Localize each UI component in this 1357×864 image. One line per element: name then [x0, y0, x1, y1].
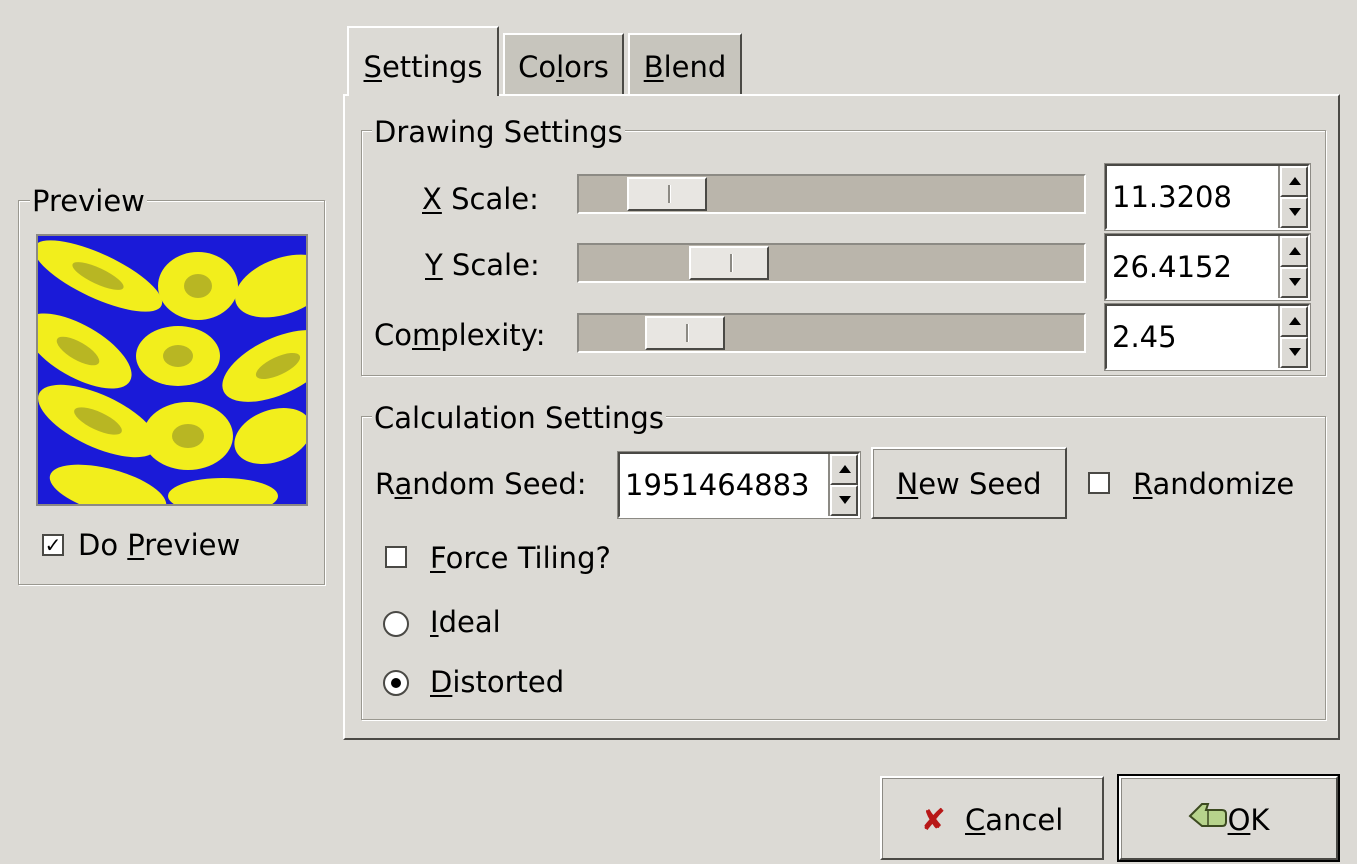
- y-scale-label: Y Scale:: [425, 248, 540, 282]
- distorted-label[interactable]: Distorted: [430, 665, 564, 699]
- do-preview-checkbox[interactable]: ✓: [42, 534, 64, 556]
- complexity-slider-thumb[interactable]: [645, 316, 725, 350]
- y-scale-value[interactable]: 26.4152: [1112, 250, 1232, 284]
- ideal-radio[interactable]: [383, 611, 409, 637]
- randomize-checkbox[interactable]: [1088, 472, 1110, 494]
- y-scale-decrement[interactable]: [1280, 267, 1308, 298]
- force-tiling-checkbox[interactable]: [385, 546, 407, 568]
- x-scale-slider-thumb[interactable]: [627, 177, 707, 211]
- active-tab-join: [349, 93, 497, 97]
- random-seed-decrement[interactable]: [830, 485, 858, 516]
- x-scale-decrement[interactable]: [1280, 197, 1308, 228]
- ok-icon: [1188, 780, 1228, 864]
- complexity-value[interactable]: 2.45: [1112, 320, 1177, 354]
- cancel-icon: ✘: [920, 803, 946, 838]
- y-scale-slider[interactable]: [577, 243, 1086, 283]
- x-scale-increment[interactable]: [1280, 166, 1308, 197]
- complexity-spin[interactable]: 2.45: [1104, 303, 1311, 371]
- do-preview-label[interactable]: Do Preview: [78, 528, 240, 562]
- complexity-decrement[interactable]: [1280, 337, 1308, 368]
- calculation-settings-title: Calculation Settings: [372, 401, 666, 435]
- y-scale-increment[interactable]: [1280, 236, 1308, 267]
- tab-colors[interactable]: Colors: [503, 33, 624, 95]
- ideal-label[interactable]: Ideal: [430, 605, 501, 639]
- drawing-settings-title: Drawing Settings: [372, 115, 625, 149]
- random-seed-spin[interactable]: 1951464883: [617, 451, 861, 519]
- preview-image: [36, 234, 308, 506]
- x-scale-slider[interactable]: [577, 174, 1086, 214]
- tab-settings[interactable]: Settings: [347, 26, 499, 96]
- x-scale-spin[interactable]: 11.3208: [1104, 163, 1311, 231]
- distorted-radio-dot: [391, 678, 401, 688]
- complexity-slider[interactable]: [577, 313, 1086, 353]
- x-scale-label: X Scale:: [422, 182, 539, 216]
- random-seed-increment[interactable]: [830, 454, 858, 485]
- ok-button[interactable]: OK: [1117, 774, 1340, 862]
- complexity-label: Complexity:: [374, 318, 546, 352]
- y-scale-slider-thumb[interactable]: [689, 246, 769, 280]
- distorted-radio[interactable]: [383, 670, 409, 696]
- y-scale-spin[interactable]: 26.4152: [1104, 233, 1311, 301]
- force-tiling-label[interactable]: Force Tiling?: [430, 541, 611, 575]
- x-scale-value[interactable]: 11.3208: [1112, 180, 1232, 214]
- random-seed-label: Random Seed:: [375, 467, 587, 501]
- randomize-label[interactable]: Randomize: [1133, 467, 1294, 501]
- cancel-button[interactable]: ✘ Cancel: [880, 776, 1104, 860]
- complexity-increment[interactable]: [1280, 306, 1308, 337]
- new-seed-button[interactable]: New Seed: [871, 447, 1067, 519]
- tab-blend[interactable]: Blend: [628, 33, 742, 95]
- random-seed-value[interactable]: 1951464883: [625, 468, 810, 502]
- preview-title: Preview: [30, 184, 147, 218]
